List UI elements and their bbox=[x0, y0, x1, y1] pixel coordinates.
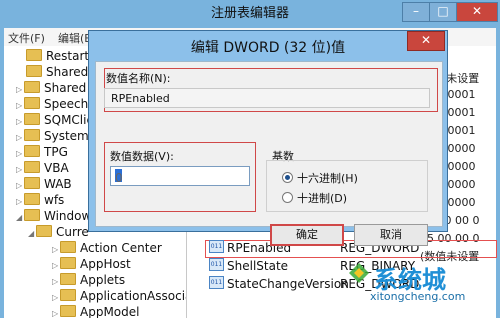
folder-icon bbox=[24, 161, 40, 173]
cancel-button[interactable]: 取消 bbox=[354, 224, 428, 246]
folder-icon bbox=[24, 145, 40, 157]
tree-item[interactable]: ▷ AppHost bbox=[52, 256, 186, 272]
data-value-selection: 0 bbox=[115, 169, 123, 185]
folder-icon bbox=[60, 289, 76, 301]
dialog-title: 编辑 DWORD (32 位)值 bbox=[190, 40, 346, 56]
edit-dword-dialog: 编辑 DWORD (32 位)值 ✕ 数值名称(N): RPEnabled 数值… bbox=[88, 30, 448, 246]
watermark-logo-icon bbox=[349, 263, 369, 283]
close-button[interactable]: ✕ bbox=[456, 2, 498, 22]
value-row[interactable]: 011 StateChangeVersion bbox=[209, 276, 349, 292]
value-name-field: RPEnabled bbox=[104, 88, 430, 108]
radio-unselected-icon bbox=[282, 192, 293, 203]
folder-icon bbox=[24, 209, 40, 221]
value-data-input[interactable]: 0 bbox=[110, 166, 250, 186]
dword-value-icon: 011 bbox=[209, 276, 224, 289]
dword-value-icon: 011 bbox=[209, 240, 224, 253]
collapse-icon[interactable]: ◢ bbox=[28, 226, 36, 242]
tree-item[interactable]: ▷ AppModel bbox=[52, 304, 186, 318]
folder-icon bbox=[60, 305, 76, 317]
watermark-url: xitongcheng.com bbox=[370, 290, 466, 303]
binary-value-icon: 011 bbox=[209, 258, 224, 271]
value-row[interactable]: 011 ShellState bbox=[209, 258, 288, 274]
folder-icon bbox=[26, 49, 42, 61]
radio-hexadecimal[interactable]: 十六进制(H) bbox=[282, 170, 358, 186]
folder-icon bbox=[24, 177, 40, 189]
tree-item[interactable]: ▷ Applets bbox=[52, 272, 186, 288]
folder-icon bbox=[26, 65, 42, 77]
tree-item[interactable]: ▷ Action Center bbox=[52, 240, 186, 256]
value-data-label: 数值数据(V): bbox=[110, 150, 174, 163]
folder-icon bbox=[60, 241, 76, 253]
expand-icon[interactable]: ▷ bbox=[52, 306, 60, 318]
maximize-button[interactable]: □ bbox=[429, 2, 457, 22]
folder-icon bbox=[24, 97, 40, 109]
radio-selected-icon bbox=[282, 172, 293, 183]
folder-icon bbox=[24, 129, 40, 141]
folder-icon bbox=[60, 257, 76, 269]
folder-icon bbox=[60, 273, 76, 285]
radio-decimal[interactable]: 十进制(D) bbox=[282, 190, 347, 206]
folder-icon bbox=[24, 113, 40, 125]
folder-icon bbox=[24, 81, 40, 93]
menu-file[interactable]: 文件(F) bbox=[8, 30, 45, 46]
folder-icon bbox=[36, 225, 52, 237]
dialog-body: 数值名称(N): RPEnabled 数值数据(V): 0 基数 十六进制(H)… bbox=[95, 61, 443, 246]
collapse-icon[interactable]: ◢ bbox=[16, 210, 24, 226]
value-name-label: 数值名称(N): bbox=[106, 72, 171, 85]
ok-button[interactable]: 确定 bbox=[270, 224, 344, 246]
minimize-button[interactable]: – bbox=[402, 2, 430, 22]
dialog-close-button[interactable]: ✕ bbox=[407, 31, 445, 51]
folder-icon bbox=[24, 193, 40, 205]
tree-item[interactable]: ▷ApplicationAssociati bbox=[52, 288, 186, 304]
